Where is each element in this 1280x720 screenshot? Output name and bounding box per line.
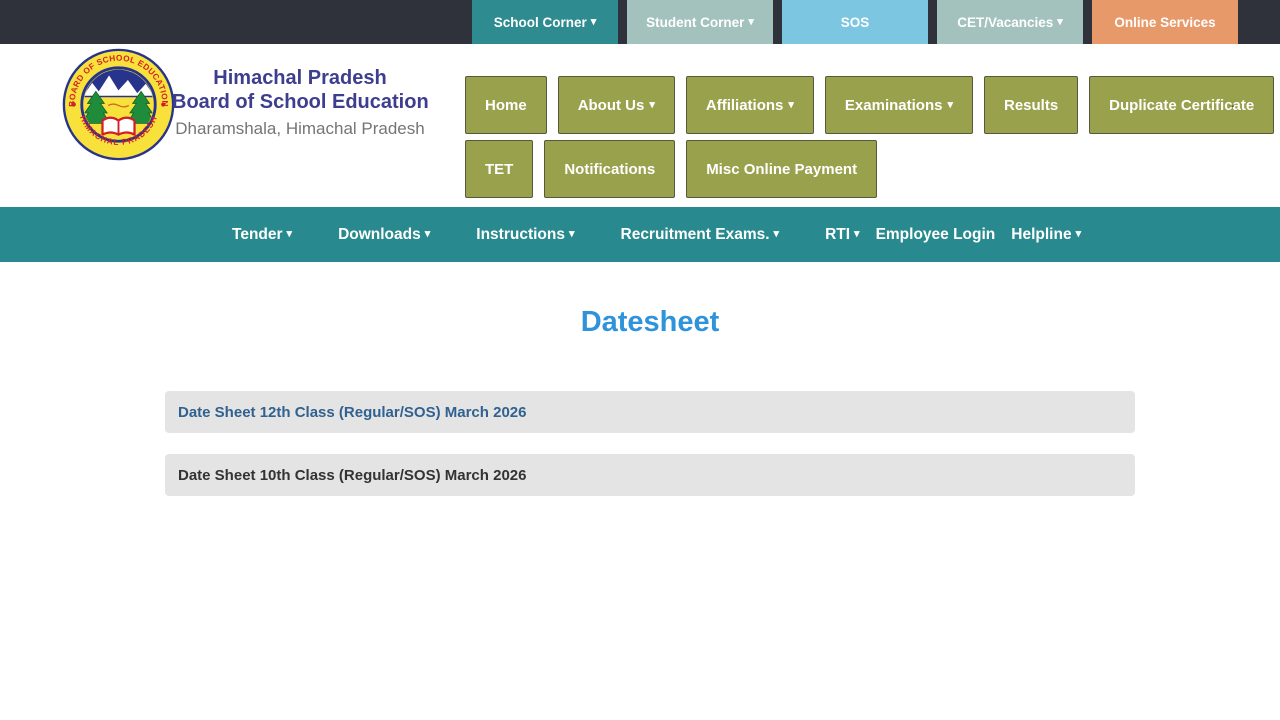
nav-button-label: Misc Online Payment xyxy=(706,161,857,178)
chevron-down-icon: ▾ xyxy=(1057,17,1063,28)
chevron-down-icon: ▾ xyxy=(569,229,575,240)
chevron-down-icon: ▾ xyxy=(287,229,293,240)
topbar-tab-school-corner[interactable]: School Corner ▾ xyxy=(472,0,618,44)
nav-button-misc-online-payment[interactable]: Misc Online Payment xyxy=(686,140,877,198)
topbar-tab-student-corner[interactable]: Student Corner ▾ xyxy=(627,0,773,44)
chevron-down-icon: ▾ xyxy=(788,100,794,111)
nav-item-label: Instructions xyxy=(476,226,565,244)
org-title-block: Himachal Pradesh Board of School Educati… xyxy=(172,66,428,139)
chevron-down-icon: ▾ xyxy=(425,229,431,240)
nav-button-label: TET xyxy=(485,161,513,178)
stray-dot-text: . xyxy=(1231,94,1235,110)
org-name-line2: Board of School Education xyxy=(172,90,428,114)
nav-button-examinations[interactable]: Examinations ▾ xyxy=(825,76,973,134)
site-header: BOARD OF SCHOOL EDUCATION HIMACHAL PRADE… xyxy=(0,44,1280,207)
main-nav: Home About Us ▾ Affiliations ▾ Examinati… xyxy=(465,76,1255,204)
nav-button-affiliations[interactable]: Affiliations ▾ xyxy=(686,76,814,134)
org-subtitle: Dharamshala, Himachal Pradesh xyxy=(172,119,428,139)
tab-label: School Corner xyxy=(494,15,587,30)
nav-item-label: RTI xyxy=(825,226,850,244)
chevron-down-icon: ▾ xyxy=(854,229,860,240)
secondary-nav: Tender ▾ Downloads ▾ Instructions ▾ Recr… xyxy=(0,207,1280,262)
datesheet-list: Date Sheet 12th Class (Regular/SOS) Marc… xyxy=(165,391,1135,496)
nav-button-tet[interactable]: TET xyxy=(465,140,533,198)
nav-button-label: Results xyxy=(1004,97,1058,114)
topbar-tab-cet-vacancies[interactable]: CET/Vacancies ▾ xyxy=(937,0,1083,44)
tab-label: CET/Vacancies xyxy=(957,15,1053,30)
tab-label: Online Services xyxy=(1114,15,1215,30)
chevron-down-icon: ▾ xyxy=(1076,229,1082,240)
nav-item-label: Tender xyxy=(232,226,283,244)
chevron-down-icon: ▾ xyxy=(649,100,655,111)
topbar-tab-online-services[interactable]: Online Services xyxy=(1092,0,1238,44)
topbar: School Corner ▾ Student Corner ▾ SOS CET… xyxy=(0,0,1280,44)
nav-item-instructions[interactable]: Instructions ▾ xyxy=(468,226,582,244)
datesheet-link-12th-class[interactable]: Date Sheet 12th Class (Regular/SOS) Marc… xyxy=(165,391,1135,433)
nav-item-helpline[interactable]: Helpline ▾ xyxy=(1003,226,1089,244)
nav-button-home[interactable]: Home xyxy=(465,76,547,134)
nav-item-label: Downloads xyxy=(338,226,421,244)
nav-item-recruitment-exams[interactable]: Recruitment Exams. ▾ xyxy=(613,226,788,244)
nav-button-label: Examinations xyxy=(845,97,943,114)
nav-item-employee-login[interactable]: Employee Login xyxy=(868,226,1004,244)
datesheet-link-10th-class[interactable]: Date Sheet 10th Class (Regular/SOS) Marc… xyxy=(165,454,1135,496)
hpbose-logo: BOARD OF SCHOOL EDUCATION HIMACHAL PRADE… xyxy=(62,48,175,166)
nav-button-results[interactable]: Results xyxy=(984,76,1078,134)
chevron-down-icon: ▾ xyxy=(774,229,780,240)
chevron-down-icon: ▾ xyxy=(947,100,953,111)
nav-item-tender[interactable]: Tender ▾ xyxy=(224,226,300,244)
main-nav-row1: Home About Us ▾ Affiliations ▾ Examinati… xyxy=(465,76,1255,134)
nav-item-label: Recruitment Exams. xyxy=(621,226,770,244)
chevron-down-icon: ▾ xyxy=(748,17,754,28)
nav-button-label: About Us xyxy=(578,97,645,114)
main-content: Datesheet Date Sheet 12th Class (Regular… xyxy=(165,306,1135,496)
nav-item-downloads[interactable]: Downloads ▾ xyxy=(330,226,438,244)
org-name-line1: Himachal Pradesh xyxy=(172,66,428,90)
nav-button-about-us[interactable]: About Us ▾ xyxy=(558,76,675,134)
nav-button-notifications[interactable]: Notifications xyxy=(544,140,675,198)
topbar-tab-sos[interactable]: SOS xyxy=(782,0,928,44)
tab-label: Student Corner xyxy=(646,15,744,30)
nav-button-label: Notifications xyxy=(564,161,655,178)
main-nav-row2: TET Notifications Misc Online Payment xyxy=(465,140,1255,198)
nav-item-label: Helpline xyxy=(1011,226,1071,244)
page-title: Datesheet xyxy=(165,306,1135,339)
tab-label: SOS xyxy=(841,15,870,30)
nav-item-rti[interactable]: RTI ▾ xyxy=(817,226,868,244)
nav-button-label: Affiliations xyxy=(706,97,784,114)
nav-button-duplicate-certificate[interactable]: Duplicate Certificate xyxy=(1089,76,1274,134)
nav-button-label: Home xyxy=(485,97,527,114)
nav-item-label: Employee Login xyxy=(876,226,996,244)
hpbose-logo-emblem: BOARD OF SCHOOL EDUCATION HIMACHAL PRADE… xyxy=(62,48,175,161)
chevron-down-icon: ▾ xyxy=(591,17,597,28)
